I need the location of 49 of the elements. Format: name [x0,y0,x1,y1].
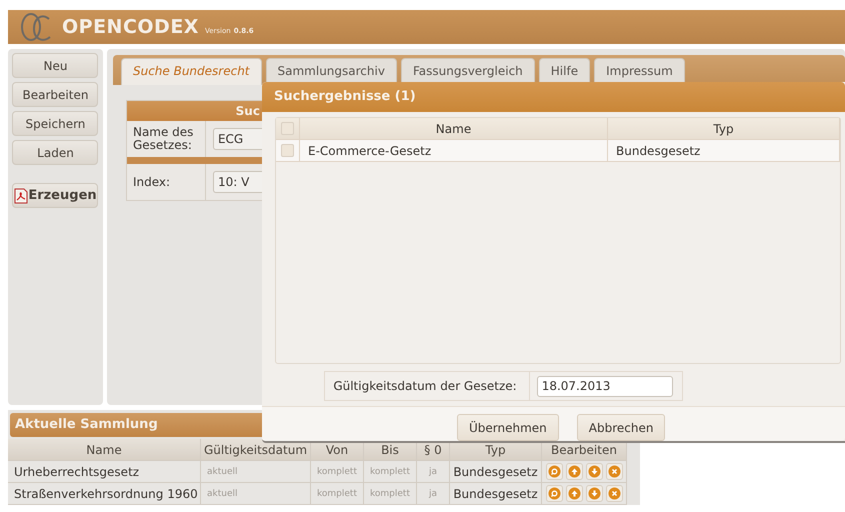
search-button[interactable] [546,463,562,480]
down-arrow-button[interactable] [586,463,602,480]
dialog-button[interactable]: Übernehmen [457,414,559,441]
date-field[interactable]: 18.07.2013 [536,376,673,396]
sidebar-button[interactable]: Neu [12,53,98,78]
table-cell: E-Commerce-Gesetz [300,140,608,161]
dialog-title: Suchergebnisse (1) [262,82,845,112]
table-cell: Bundesgesetz [450,461,542,483]
close-icon [608,465,620,478]
table-cell: aktuell [201,461,311,483]
dialog-button[interactable]: Abbrechen [576,414,666,441]
table-cell: Straßenverkehrsordnung 1960 [8,483,201,505]
sidebar-button[interactable]: Bearbeiten [12,82,98,107]
up-arrow-button[interactable] [566,463,582,480]
down-arrow-button[interactable] [586,485,602,502]
app-title: OPENCODEX [62,16,199,38]
close-button[interactable] [606,485,622,502]
close-icon [608,487,620,500]
generate-button[interactable]: Erzeugen [12,183,98,208]
field-label: Index: [126,164,206,200]
form-heading: Suc [126,101,262,121]
pdf-icon [14,188,28,204]
column-header: Gültigkeitsdatum [201,439,311,461]
search-icon [548,487,560,500]
logo-icon [18,10,52,44]
column-header: Typ [608,118,840,139]
column-header: Name [8,439,201,461]
checkbox[interactable] [281,144,294,157]
search-icon [548,465,560,478]
search-button[interactable] [546,485,562,502]
date-label: Gültigkeitsdatum der Gesetze: [325,372,530,400]
table-cell: Bundesgesetz [608,140,840,161]
sidebar-button[interactable]: Speichern [12,111,98,136]
table-cell: ja [417,461,450,483]
sidebar-button[interactable]: Laden [12,140,98,165]
close-button[interactable] [606,463,622,480]
up-arrow-button[interactable] [566,485,582,502]
input-field[interactable]: 10: V [212,171,262,193]
table-cell: komplett [311,483,364,505]
table-cell: ja [417,483,450,505]
table-cell: komplett [364,483,417,505]
column-header: Name [300,118,608,139]
input-field[interactable]: ECG [212,128,262,150]
table-cell: komplett [311,461,364,483]
checkbox[interactable] [281,122,294,135]
table-cell: Urheberrechtsgesetz [8,461,201,483]
table-cell: Bundesgesetz [450,483,542,505]
table-cell: aktuell [201,483,311,505]
table-cell: komplett [364,461,417,483]
